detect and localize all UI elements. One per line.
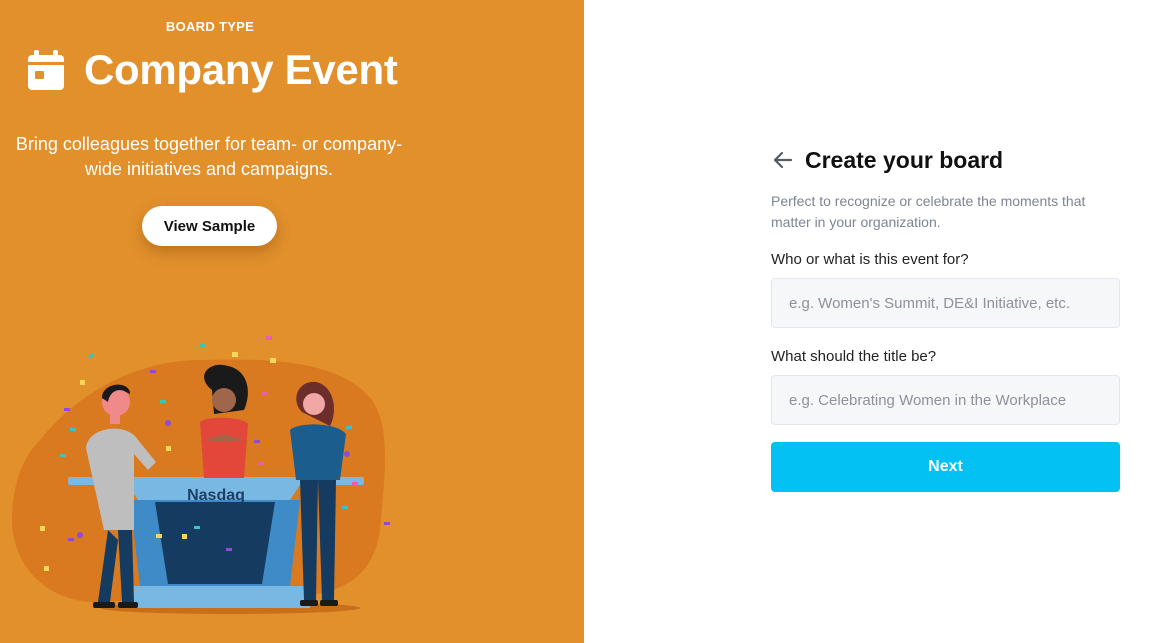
podium-label: Nasdaq [187, 487, 245, 504]
board-type-label: BOARD TYPE [165, 19, 255, 34]
event-for-label: Who or what is this event for? [771, 251, 969, 268]
board-description: Bring colleagues together for team- or c… [15, 134, 403, 179]
event-for-input[interactable] [771, 278, 1120, 328]
title-input[interactable] [771, 375, 1120, 425]
board-type-panel: BOARD TYPE Company Event Bring colleague… [0, 0, 584, 643]
celebration-illustration: Nasdaq [12, 336, 390, 614]
title-label: What should the title be? [771, 348, 937, 365]
board-title-row: Company Event [28, 46, 398, 94]
view-sample-button[interactable]: View Sample [142, 206, 277, 246]
create-board-form: Create your board Perfect to recognize o… [771, 143, 1120, 492]
arrow-left-icon[interactable] [771, 148, 795, 172]
form-header: Create your board [771, 143, 1120, 177]
person-woman-center [200, 364, 248, 478]
next-button[interactable]: Next [771, 442, 1120, 492]
board-title: Company Event [84, 46, 398, 93]
calendar-icon [28, 50, 64, 90]
form-subtitle: Perfect to recognize or celebrate the mo… [771, 193, 1086, 230]
form-title: Create your board [805, 146, 1004, 173]
create-board-panel: Create your board Perfect to recognize o… [584, 0, 1160, 643]
